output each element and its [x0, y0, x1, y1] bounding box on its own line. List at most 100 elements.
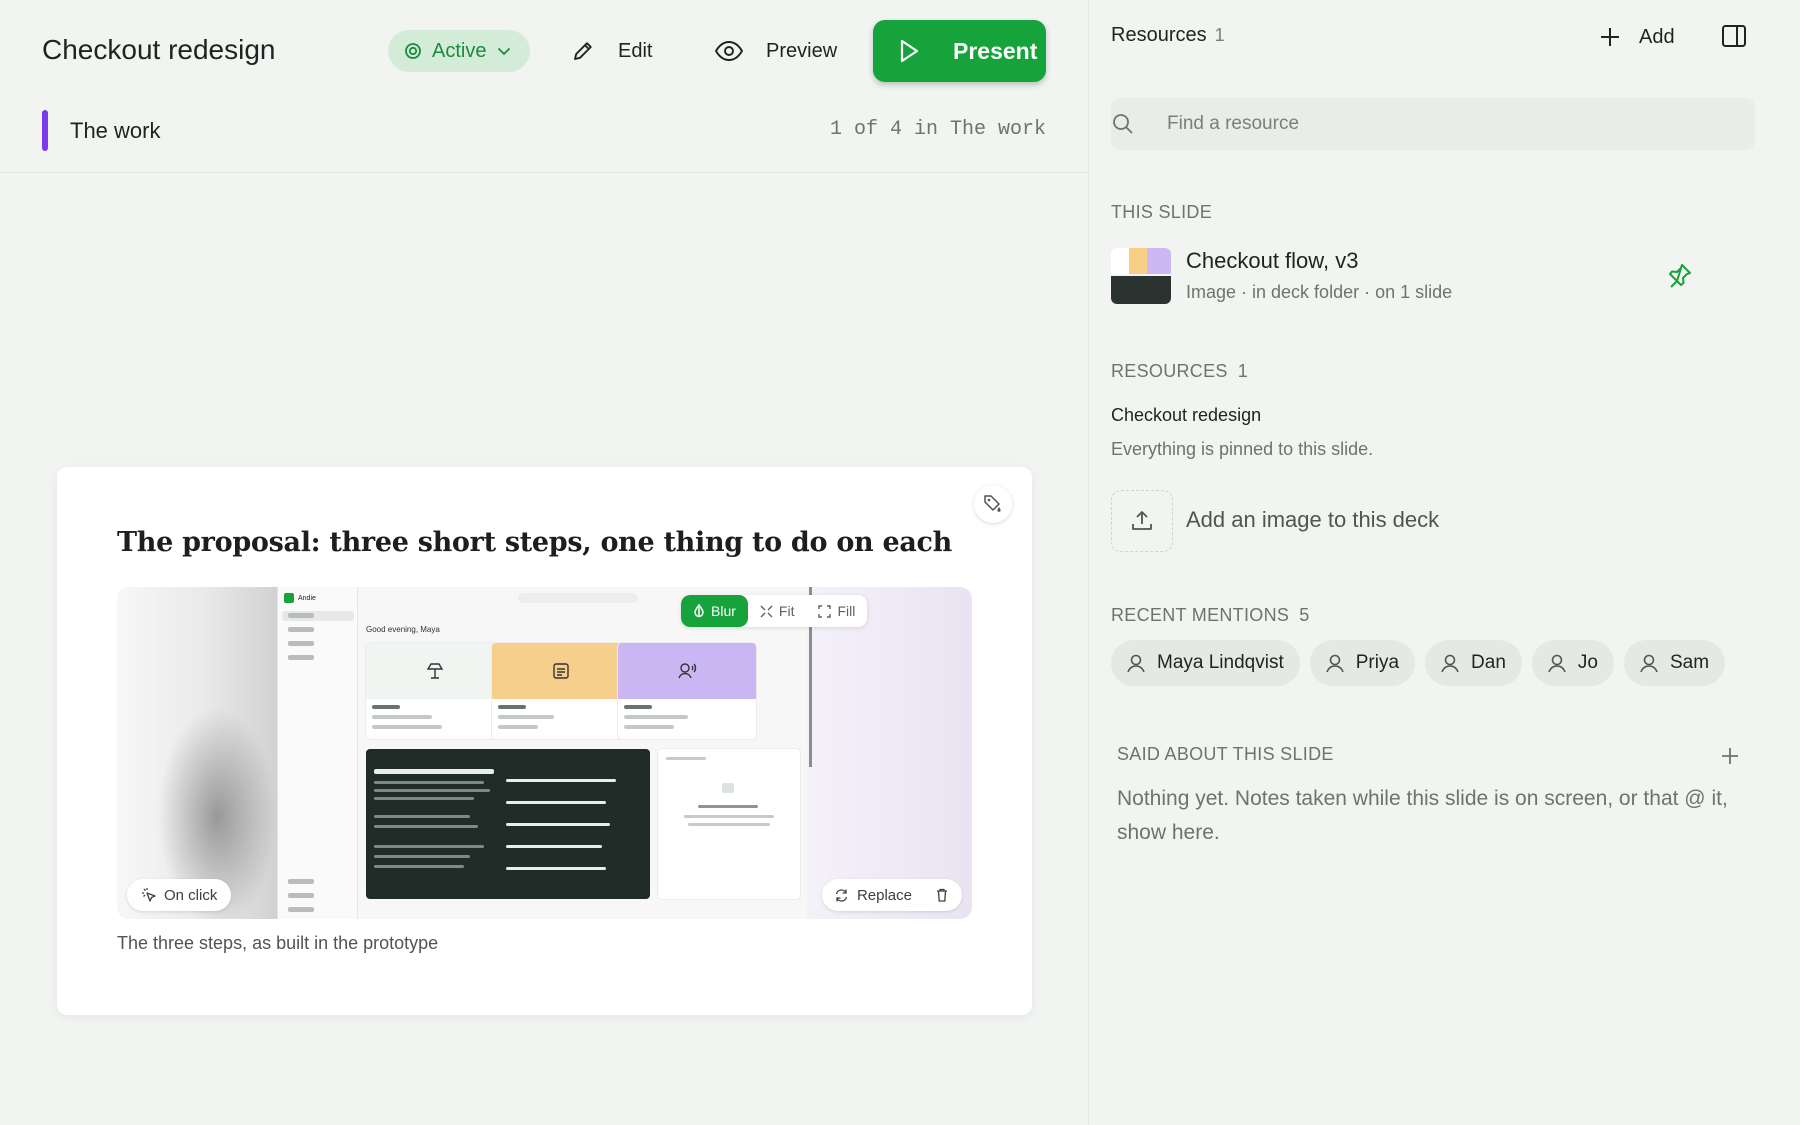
prototype-line — [506, 867, 606, 870]
mention-chip[interactable]: Jo — [1531, 640, 1614, 686]
pencil-icon — [574, 42, 592, 60]
prototype-line — [374, 865, 464, 868]
prototype-line — [498, 705, 526, 709]
trash-icon[interactable] — [934, 887, 950, 903]
said-about-empty-text: Nothing yet. Notes taken while this slid… — [1117, 787, 1728, 844]
plus-icon[interactable] — [1719, 745, 1741, 767]
prototype-line — [372, 705, 400, 709]
upload-image-label[interactable]: Add an image to this deck — [1186, 507, 1439, 533]
prototype-card-top — [618, 643, 756, 699]
section-name[interactable]: The work — [70, 118, 160, 144]
theme-button[interactable] — [974, 485, 1012, 523]
prototype-search — [518, 593, 638, 603]
fit-toggle[interactable]: Fit — [748, 595, 807, 627]
person-icon — [1127, 654, 1145, 673]
slide-image[interactable]: Andie Good evening, Maya Blur Fit Fill O… — [117, 587, 972, 919]
prototype-line — [624, 725, 674, 729]
panel-title: Resources 1 — [1111, 24, 1225, 47]
prototype-line — [506, 845, 602, 848]
person-icon — [1325, 654, 1344, 673]
prototype-card-top — [492, 643, 630, 699]
mention-chips: Maya Lindqvist Priya Dan Jo Sam — [1111, 640, 1726, 686]
slide-heading[interactable]: The proposal: three short steps, one thi… — [117, 527, 952, 558]
main-editor: Checkout redesign Active Edit Preview Pr… — [0, 0, 1088, 1125]
drop-icon — [694, 604, 704, 618]
prototype-line — [688, 823, 770, 826]
preview-button[interactable]: Preview — [714, 30, 837, 72]
prototype-card — [366, 643, 504, 739]
image-caption[interactable]: The three steps, as built in the prototy… — [117, 933, 438, 954]
on-click-button[interactable]: On click — [127, 879, 232, 911]
resource-name[interactable]: Checkout flow, v3 — [1186, 248, 1358, 274]
prototype-list-card — [658, 749, 800, 899]
edit-button[interactable]: Edit — [570, 30, 652, 72]
status-dropdown[interactable]: Active — [388, 30, 530, 72]
rehearse-icon — [678, 663, 697, 679]
recent-mentions-heading: RECENT MENTIONS 5 — [1111, 605, 1310, 626]
edit-label: Edit — [618, 39, 653, 62]
prototype-line — [372, 715, 432, 719]
mention-chip[interactable]: Maya Lindqvist — [1111, 640, 1300, 686]
replace-image-button[interactable]: Replace — [821, 879, 962, 911]
refresh-icon — [835, 888, 848, 902]
recent-mentions-label: RECENT MENTIONS — [1111, 605, 1290, 625]
prototype-line — [374, 845, 484, 848]
prototype-line — [666, 757, 706, 760]
mention-name: Priya — [1355, 652, 1400, 673]
prototype-nav-line — [288, 627, 314, 632]
palette-icon — [984, 495, 1001, 512]
pin-icon[interactable] — [1667, 262, 1693, 288]
slide-canvas[interactable]: The proposal: three short steps, one thi… — [57, 467, 1032, 1015]
fill-label: Fill — [837, 603, 856, 619]
present-button[interactable]: Present — [873, 20, 1046, 82]
mention-name: Dan — [1471, 652, 1506, 673]
upload-image-button[interactable] — [1111, 490, 1173, 552]
prototype-line — [498, 725, 538, 729]
prototype-sidebar: Andie — [278, 587, 358, 919]
resource-group-name[interactable]: Checkout redesign — [1111, 405, 1261, 426]
mention-chip[interactable]: Dan — [1425, 640, 1522, 686]
replace-label: Replace — [856, 886, 912, 904]
chevron-down-icon — [498, 48, 511, 55]
this-slide-heading: THIS SLIDE — [1111, 202, 1213, 222]
prototype-nav-line — [288, 641, 314, 646]
prototype-line — [374, 815, 470, 818]
mention-chip[interactable]: Priya — [1309, 640, 1416, 686]
fill-icon — [818, 604, 832, 618]
prototype-nav-item — [282, 625, 354, 635]
search-input[interactable] — [1167, 108, 1727, 140]
resources-panel: Resources 1 Add THIS SLIDE Checkout flow,… — [1088, 0, 1800, 1125]
prototype-line — [624, 715, 688, 719]
deck-title[interactable]: Checkout redesign — [42, 34, 275, 66]
panel-toggle-icon[interactable] — [1721, 24, 1747, 48]
image-fit-controls: Blur Fit Fill — [681, 595, 868, 627]
prototype-line — [374, 855, 470, 858]
panel-title-count: 1 — [1214, 25, 1225, 45]
prototype-nav-line — [288, 613, 314, 618]
add-resource-button[interactable]: Add — [1599, 22, 1675, 52]
status-label: Active — [432, 39, 487, 62]
person-icon — [1548, 654, 1566, 673]
blur-label: Blur — [711, 603, 736, 619]
prototype-line — [374, 789, 490, 792]
cursor-click-icon — [142, 888, 156, 902]
add-label: Add — [1639, 25, 1675, 48]
fill-toggle[interactable]: Fill — [806, 595, 867, 627]
resource-meta: Image · in deck folder · on 1 slide — [1186, 282, 1453, 302]
resource-thumbnail[interactable] — [1111, 248, 1171, 304]
prototype-line — [374, 781, 484, 784]
prototype-nav-item — [282, 905, 354, 915]
resources-heading: RESOURCES 1 — [1111, 361, 1248, 382]
prototype-card — [618, 643, 756, 739]
plus-icon — [1601, 28, 1619, 46]
upload-icon — [1132, 511, 1152, 530]
blur-toggle[interactable]: Blur — [681, 595, 748, 627]
prototype-card — [492, 643, 630, 739]
prototype-logo: Andie — [284, 593, 316, 603]
mention-chip[interactable]: Sam — [1623, 640, 1726, 686]
slide-counter: 1 of 4 in The work — [829, 118, 1046, 141]
resource-search — [1111, 98, 1755, 150]
prototype-line — [374, 797, 474, 800]
prototype-nav-item — [282, 611, 354, 621]
resource-group-note: Everything is pinned to this slide. — [1111, 439, 1374, 459]
